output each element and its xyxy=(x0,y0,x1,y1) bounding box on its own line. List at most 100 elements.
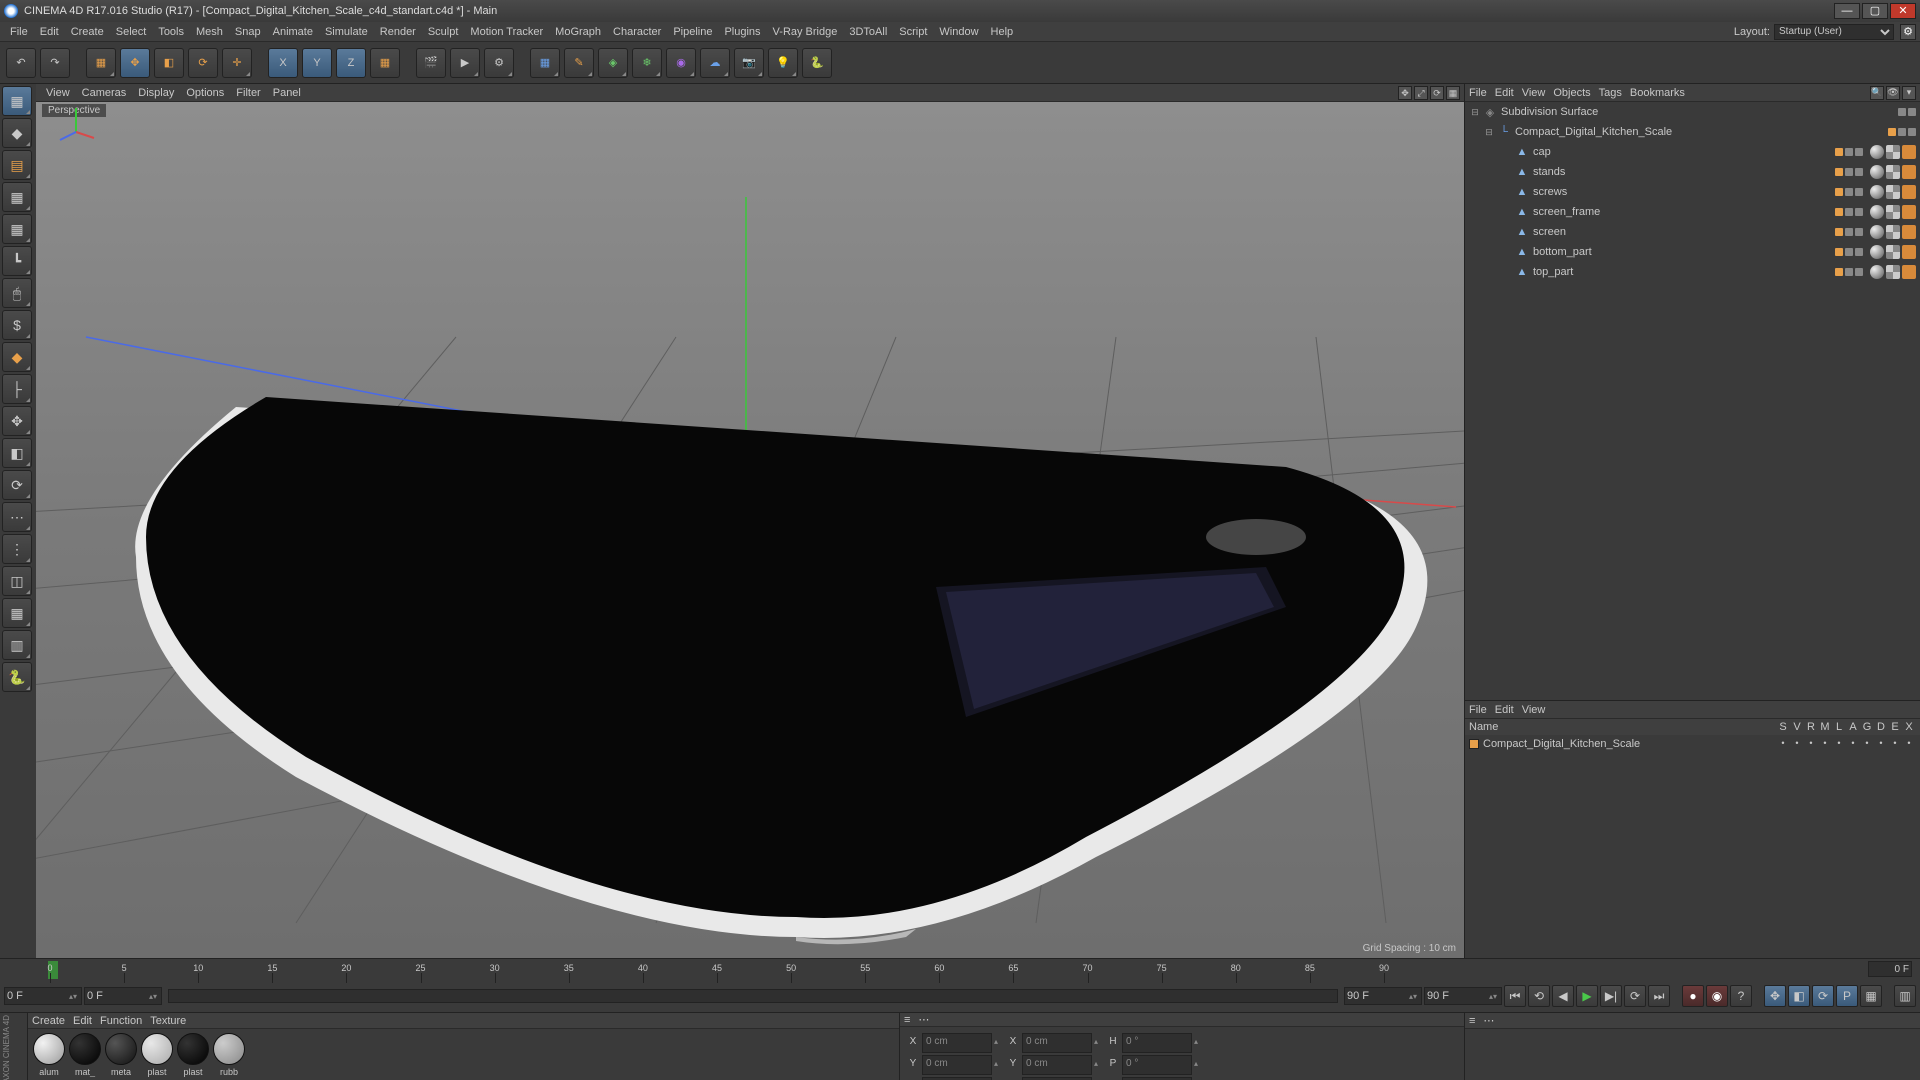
goto-end-button[interactable]: ⏭ xyxy=(1648,985,1670,1007)
slider-start-field[interactable]: 0 F▴▾ xyxy=(84,987,162,1005)
goto-start-button[interactable]: ⏮ xyxy=(1504,985,1526,1007)
menu-pipeline[interactable]: Pipeline xyxy=(667,24,718,40)
menu-motion-tracker[interactable]: Motion Tracker xyxy=(464,24,549,40)
palette-button-18[interactable]: 🐍 xyxy=(2,662,32,692)
vis-dot[interactable] xyxy=(1835,228,1843,236)
palette-button-8[interactable]: ◆ xyxy=(2,342,32,372)
palette-button-2[interactable]: ▤ xyxy=(2,150,32,180)
minimize-button[interactable]: — xyxy=(1834,3,1860,19)
vis-dot[interactable] xyxy=(1888,128,1896,136)
palette-button-14[interactable]: ⋮ xyxy=(2,534,32,564)
tree-row-stands[interactable]: ▲stands xyxy=(1465,162,1920,182)
vp-menu-panel[interactable]: Panel xyxy=(267,86,307,100)
attr-menu[interactable]: ⋯ xyxy=(1483,1014,1494,1027)
menu-mograph[interactable]: MoGraph xyxy=(549,24,607,40)
z-axis-lock-button[interactable]: Z xyxy=(336,48,366,78)
next-frame-button[interactable]: ▶| xyxy=(1600,985,1622,1007)
obj-menu-file[interactable]: File xyxy=(1469,87,1487,99)
menu-file[interactable]: File xyxy=(4,24,34,40)
range-slider[interactable] xyxy=(168,989,1338,1003)
material-swatch-mat_[interactable]: mat_ xyxy=(68,1033,102,1077)
phong-tag-icon[interactable] xyxy=(1870,165,1884,179)
menu-3dtoall[interactable]: 3DToAll xyxy=(843,24,893,40)
palette-button-6[interactable]: 🖱 xyxy=(2,278,32,308)
palette-button-12[interactable]: ⟳ xyxy=(2,470,32,500)
vis-dot[interactable] xyxy=(1845,148,1853,156)
palette-button-5[interactable]: ┗ xyxy=(2,246,32,276)
y-axis-lock-button[interactable]: Y xyxy=(302,48,332,78)
coord-system-button[interactable]: ▦ xyxy=(370,48,400,78)
render-view-button[interactable]: 🎬 xyxy=(416,48,446,78)
material-swatch-plast[interactable]: plast xyxy=(140,1033,174,1077)
obj-filter-icon[interactable]: ▾ xyxy=(1902,86,1916,100)
sel-tag-icon[interactable] xyxy=(1902,145,1916,159)
param-key-toggle[interactable]: P xyxy=(1836,985,1858,1007)
start-frame-field[interactable]: 0 F▴▾ xyxy=(4,987,82,1005)
layer-flag[interactable]: • xyxy=(1832,738,1846,750)
vp-menu-options[interactable]: Options xyxy=(180,86,230,100)
vp-menu-cameras[interactable]: Cameras xyxy=(76,86,133,100)
layer-flag[interactable]: • xyxy=(1888,738,1902,750)
palette-button-0[interactable]: ▦ xyxy=(2,86,32,116)
tex-tag-icon[interactable] xyxy=(1886,145,1900,159)
vis-dot[interactable] xyxy=(1908,108,1916,116)
spinner-icon[interactable]: ▴ xyxy=(1194,1033,1204,1053)
vp-menu-display[interactable]: Display xyxy=(132,86,180,100)
sel-tag-icon[interactable] xyxy=(1902,205,1916,219)
menu-window[interactable]: Window xyxy=(933,24,984,40)
menu-simulate[interactable]: Simulate xyxy=(319,24,374,40)
layer-menu-file[interactable]: File xyxy=(1469,704,1487,716)
render-settings-button[interactable]: ⚙ xyxy=(484,48,514,78)
expand-icon[interactable]: ⊟ xyxy=(1469,107,1481,118)
tree-row-subdivision-surface[interactable]: ⊟◈Subdivision Surface xyxy=(1465,102,1920,122)
menu-tools[interactable]: Tools xyxy=(152,24,190,40)
tex-tag-icon[interactable] xyxy=(1886,165,1900,179)
tex-tag-icon[interactable] xyxy=(1886,225,1900,239)
sel-tag-icon[interactable] xyxy=(1902,185,1916,199)
expand-icon[interactable]: ⊟ xyxy=(1483,127,1495,138)
close-button[interactable]: ✕ xyxy=(1890,3,1916,19)
layer-flag[interactable]: • xyxy=(1790,738,1804,750)
palette-button-1[interactable]: ◆ xyxy=(2,118,32,148)
material-grid[interactable]: alummat_metaplastplastrubb xyxy=(28,1029,899,1080)
vp-layout-icon[interactable]: ▦ xyxy=(1446,86,1460,100)
add-spline-button[interactable]: ✎ xyxy=(564,48,594,78)
add-environment-button[interactable]: ☁ xyxy=(700,48,730,78)
vis-dot[interactable] xyxy=(1835,268,1843,276)
sel-tag-icon[interactable] xyxy=(1902,165,1916,179)
menu-sculpt[interactable]: Sculpt xyxy=(422,24,465,40)
menu-character[interactable]: Character xyxy=(607,24,667,40)
material-swatch-plast[interactable]: plast xyxy=(176,1033,210,1077)
spinner-icon[interactable]: ▴ xyxy=(1094,1055,1104,1075)
vis-dot[interactable] xyxy=(1898,108,1906,116)
vis-dot[interactable] xyxy=(1835,168,1843,176)
layer-menu-view[interactable]: View xyxy=(1522,704,1546,716)
move-tool-button[interactable]: ✥ xyxy=(120,48,150,78)
menu-render[interactable]: Render xyxy=(374,24,422,40)
obj-menu-view[interactable]: View xyxy=(1522,87,1546,99)
slider-end-field[interactable]: 90 F▴▾ xyxy=(1344,987,1422,1005)
redo-button[interactable]: ↷ xyxy=(40,48,70,78)
palette-button-10[interactable]: ✥ xyxy=(2,406,32,436)
tex-tag-icon[interactable] xyxy=(1886,185,1900,199)
palette-button-13[interactable]: ⋯ xyxy=(2,502,32,532)
prev-key-button[interactable]: ⟲ xyxy=(1528,985,1550,1007)
vis-dot[interactable] xyxy=(1845,168,1853,176)
menu-animate[interactable]: Animate xyxy=(267,24,319,40)
sel-tag-icon[interactable] xyxy=(1902,265,1916,279)
vp-menu-view[interactable]: View xyxy=(40,86,76,100)
menu-create[interactable]: Create xyxy=(65,24,110,40)
palette-button-3[interactable]: ▦ xyxy=(2,182,32,212)
maximize-button[interactable]: ▢ xyxy=(1862,3,1888,19)
vis-dot[interactable] xyxy=(1845,268,1853,276)
layout-dropdown[interactable]: Startup (User) xyxy=(1774,24,1894,40)
ruler-end-field[interactable] xyxy=(1868,961,1912,977)
menu-edit[interactable]: Edit xyxy=(34,24,65,40)
viewport[interactable]: Perspective xyxy=(36,102,1464,958)
mat-menu-function[interactable]: Function xyxy=(100,1015,142,1027)
layer-flag[interactable]: • xyxy=(1846,738,1860,750)
menu-help[interactable]: Help xyxy=(985,24,1020,40)
record-button[interactable]: ● xyxy=(1682,985,1704,1007)
tex-tag-icon[interactable] xyxy=(1886,265,1900,279)
vis-dot[interactable] xyxy=(1855,208,1863,216)
